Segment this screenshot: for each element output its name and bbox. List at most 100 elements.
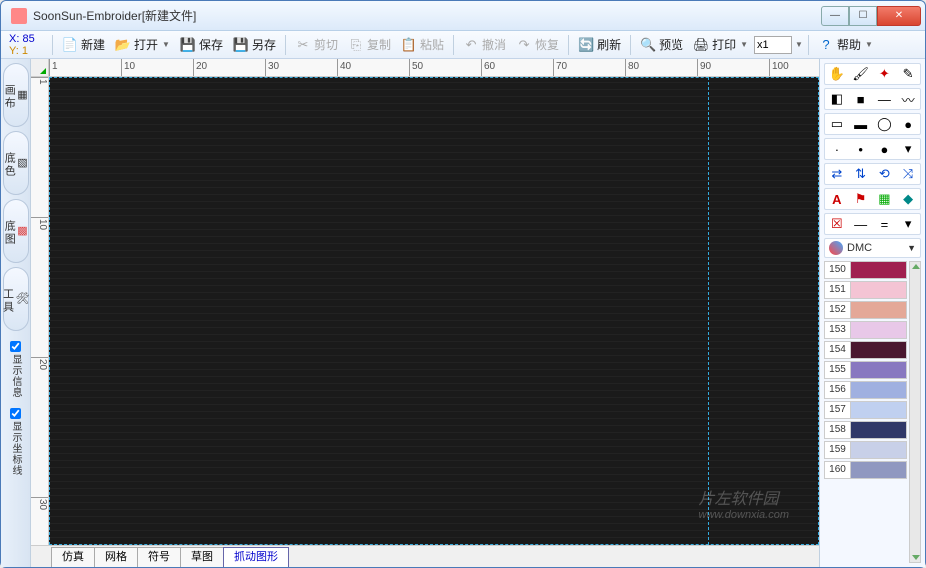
tool-row-3: ▭ ▬ ◯ ● bbox=[824, 113, 921, 135]
folder-open-icon: 📂 bbox=[115, 37, 131, 53]
new-button[interactable]: 📄新建 bbox=[58, 34, 109, 56]
flag-tool-icon[interactable]: ⚑ bbox=[851, 190, 871, 208]
mirror-icon[interactable]: ⤨ bbox=[898, 165, 918, 183]
fill-square-icon[interactable]: ■ bbox=[851, 90, 871, 108]
zoom-input[interactable] bbox=[754, 36, 792, 54]
ellipse-outline-icon[interactable]: ◯ bbox=[874, 115, 894, 133]
ruler-tick: 40 bbox=[337, 59, 351, 76]
color-swatch[interactable]: 152 bbox=[824, 301, 907, 319]
save-button[interactable]: 💾保存 bbox=[176, 34, 227, 56]
sidebar-tab-bgimage[interactable]: ▩底图 bbox=[3, 199, 29, 263]
sidebar-tab-tools[interactable]: 🛠工具 bbox=[3, 267, 29, 331]
ruler-corner[interactable] bbox=[31, 59, 49, 77]
canvas-icon: ▦ bbox=[17, 88, 29, 104]
saveas-button[interactable]: 💾另存 bbox=[229, 34, 280, 56]
equals-icon[interactable]: = bbox=[874, 215, 894, 233]
show-info-checkbox[interactable]: 显示信息 bbox=[8, 341, 23, 398]
flip-v-icon[interactable]: ⇅ bbox=[851, 165, 871, 183]
copy-icon: ⎘ bbox=[348, 37, 364, 53]
swatch-number: 153 bbox=[825, 322, 851, 338]
embroidery-canvas[interactable]: 片左软件园 www.downxia.com bbox=[49, 77, 819, 545]
close-button[interactable]: ✕ bbox=[877, 6, 921, 26]
color-swatch[interactable]: 154 bbox=[824, 341, 907, 359]
sidebar-tab-canvas[interactable]: ▦画布 bbox=[3, 63, 29, 127]
titlebar[interactable]: SoonSun-Embroider[新建文件] — ☐ ✕ bbox=[1, 1, 925, 31]
coordinate-readout: X: 85 Y: 1 bbox=[7, 33, 47, 57]
horizontal-ruler[interactable]: 1102030405060708090100 bbox=[49, 59, 819, 77]
bottom-tab[interactable]: 草图 bbox=[180, 547, 224, 567]
palette-scrollbar[interactable] bbox=[909, 261, 921, 563]
swatch-color bbox=[851, 362, 906, 378]
dash-icon[interactable]: — bbox=[851, 215, 871, 233]
zoom-dropdown[interactable]: ▼ bbox=[795, 40, 803, 49]
copy-button[interactable]: ⎘复制 bbox=[344, 34, 395, 56]
color-swatch[interactable]: 160 bbox=[824, 461, 907, 479]
palette-brand[interactable]: DMC ▼ bbox=[824, 238, 921, 258]
color-swatch[interactable]: 159 bbox=[824, 441, 907, 459]
rect-fill-icon[interactable]: ▬ bbox=[851, 115, 871, 133]
flip-h-icon[interactable]: ⇄ bbox=[827, 165, 847, 183]
text-tool-icon[interactable]: A bbox=[827, 190, 847, 208]
hand-tool-icon[interactable]: ✋ bbox=[827, 65, 847, 83]
color-swatch[interactable]: 156 bbox=[824, 381, 907, 399]
redo-button[interactable]: ↷恢复 bbox=[512, 34, 563, 56]
rect-outline-icon[interactable]: ▭ bbox=[827, 115, 847, 133]
color-swatch[interactable]: 158 bbox=[824, 421, 907, 439]
color-swatch[interactable]: 151 bbox=[824, 281, 907, 299]
dot-large-icon[interactable]: ● bbox=[874, 140, 894, 158]
tool-row-2: ◧ ■ — 〰 bbox=[824, 88, 921, 110]
refresh-button[interactable]: 🔄刷新 bbox=[574, 34, 625, 56]
brush-tool-icon[interactable]: 🖌 bbox=[851, 65, 871, 83]
ruler-tick: 10 bbox=[31, 217, 48, 230]
show-coord-checkbox[interactable]: 显示坐标线 bbox=[8, 408, 23, 476]
bgcolor-icon: ▧ bbox=[17, 156, 29, 172]
swatch-color bbox=[851, 422, 906, 438]
color-swatch[interactable]: 153 bbox=[824, 321, 907, 339]
window-controls: — ☐ ✕ bbox=[821, 6, 921, 26]
color-swatch[interactable]: 150 bbox=[824, 261, 907, 279]
ruler-tick: 60 bbox=[481, 59, 495, 76]
bottom-tab[interactable]: 符号 bbox=[137, 547, 181, 567]
print-button[interactable]: 🖨打印▼ bbox=[689, 34, 752, 56]
image-tool-icon[interactable]: ▦ bbox=[874, 190, 894, 208]
preview-button[interactable]: 🔍预览 bbox=[636, 34, 687, 56]
curve-tool-icon[interactable]: 〰 bbox=[898, 90, 918, 108]
paste-icon: 📋 bbox=[401, 37, 417, 53]
bottom-tab[interactable]: 抓动图形 bbox=[223, 547, 289, 567]
help-button[interactable]: ?帮助▼ bbox=[814, 34, 877, 56]
maximize-button[interactable]: ☐ bbox=[849, 6, 877, 26]
swatch-color bbox=[851, 262, 906, 278]
undo-icon: ↶ bbox=[463, 37, 479, 53]
paste-button[interactable]: 📋粘贴 bbox=[397, 34, 448, 56]
open-button[interactable]: 📂打开▼ bbox=[111, 34, 174, 56]
sidebar-tab-bgcolor[interactable]: ▧底色 bbox=[3, 131, 29, 195]
cut-button[interactable]: ✂剪切 bbox=[291, 34, 342, 56]
dropdown-icon[interactable]: ▾ bbox=[898, 140, 918, 158]
tool-row-7: ☒ — = ▾ bbox=[824, 213, 921, 235]
minimize-button[interactable]: — bbox=[821, 6, 849, 26]
color-swatch[interactable]: 157 bbox=[824, 401, 907, 419]
rotate-icon[interactable]: ⟲ bbox=[874, 165, 894, 183]
bgimage-icon: ▩ bbox=[17, 224, 29, 240]
color-swatch[interactable]: 155 bbox=[824, 361, 907, 379]
x-stitch-icon[interactable]: ☒ bbox=[827, 215, 847, 233]
ruler-row: 1102030405060708090100 bbox=[31, 59, 819, 77]
ellipse-fill-icon[interactable]: ● bbox=[898, 115, 918, 133]
shape-tool-icon[interactable]: ◆ bbox=[898, 190, 918, 208]
swatch-number: 157 bbox=[825, 402, 851, 418]
dropdown2-icon[interactable]: ▾ bbox=[898, 215, 918, 233]
vertical-ruler[interactable]: 1102030 bbox=[31, 77, 49, 545]
dot-med-icon[interactable]: • bbox=[851, 140, 871, 158]
bottom-tab[interactable]: 网格 bbox=[94, 547, 138, 567]
ruler-tick: 30 bbox=[31, 497, 48, 510]
undo-button[interactable]: ↶撤消 bbox=[459, 34, 510, 56]
ruler-tick: 90 bbox=[697, 59, 711, 76]
line-tool-icon[interactable]: — bbox=[874, 90, 894, 108]
tool-row-5: ⇄ ⇅ ⟲ ⤨ bbox=[824, 163, 921, 185]
bottom-tab[interactable]: 仿真 bbox=[51, 547, 95, 567]
eraser-tool-icon[interactable]: ◧ bbox=[827, 90, 847, 108]
swatch-number: 155 bbox=[825, 362, 851, 378]
dot-small-icon[interactable]: · bbox=[827, 140, 847, 158]
pencil-tool-icon[interactable]: ✎ bbox=[898, 65, 918, 83]
wand-tool-icon[interactable]: ✦ bbox=[874, 65, 894, 83]
